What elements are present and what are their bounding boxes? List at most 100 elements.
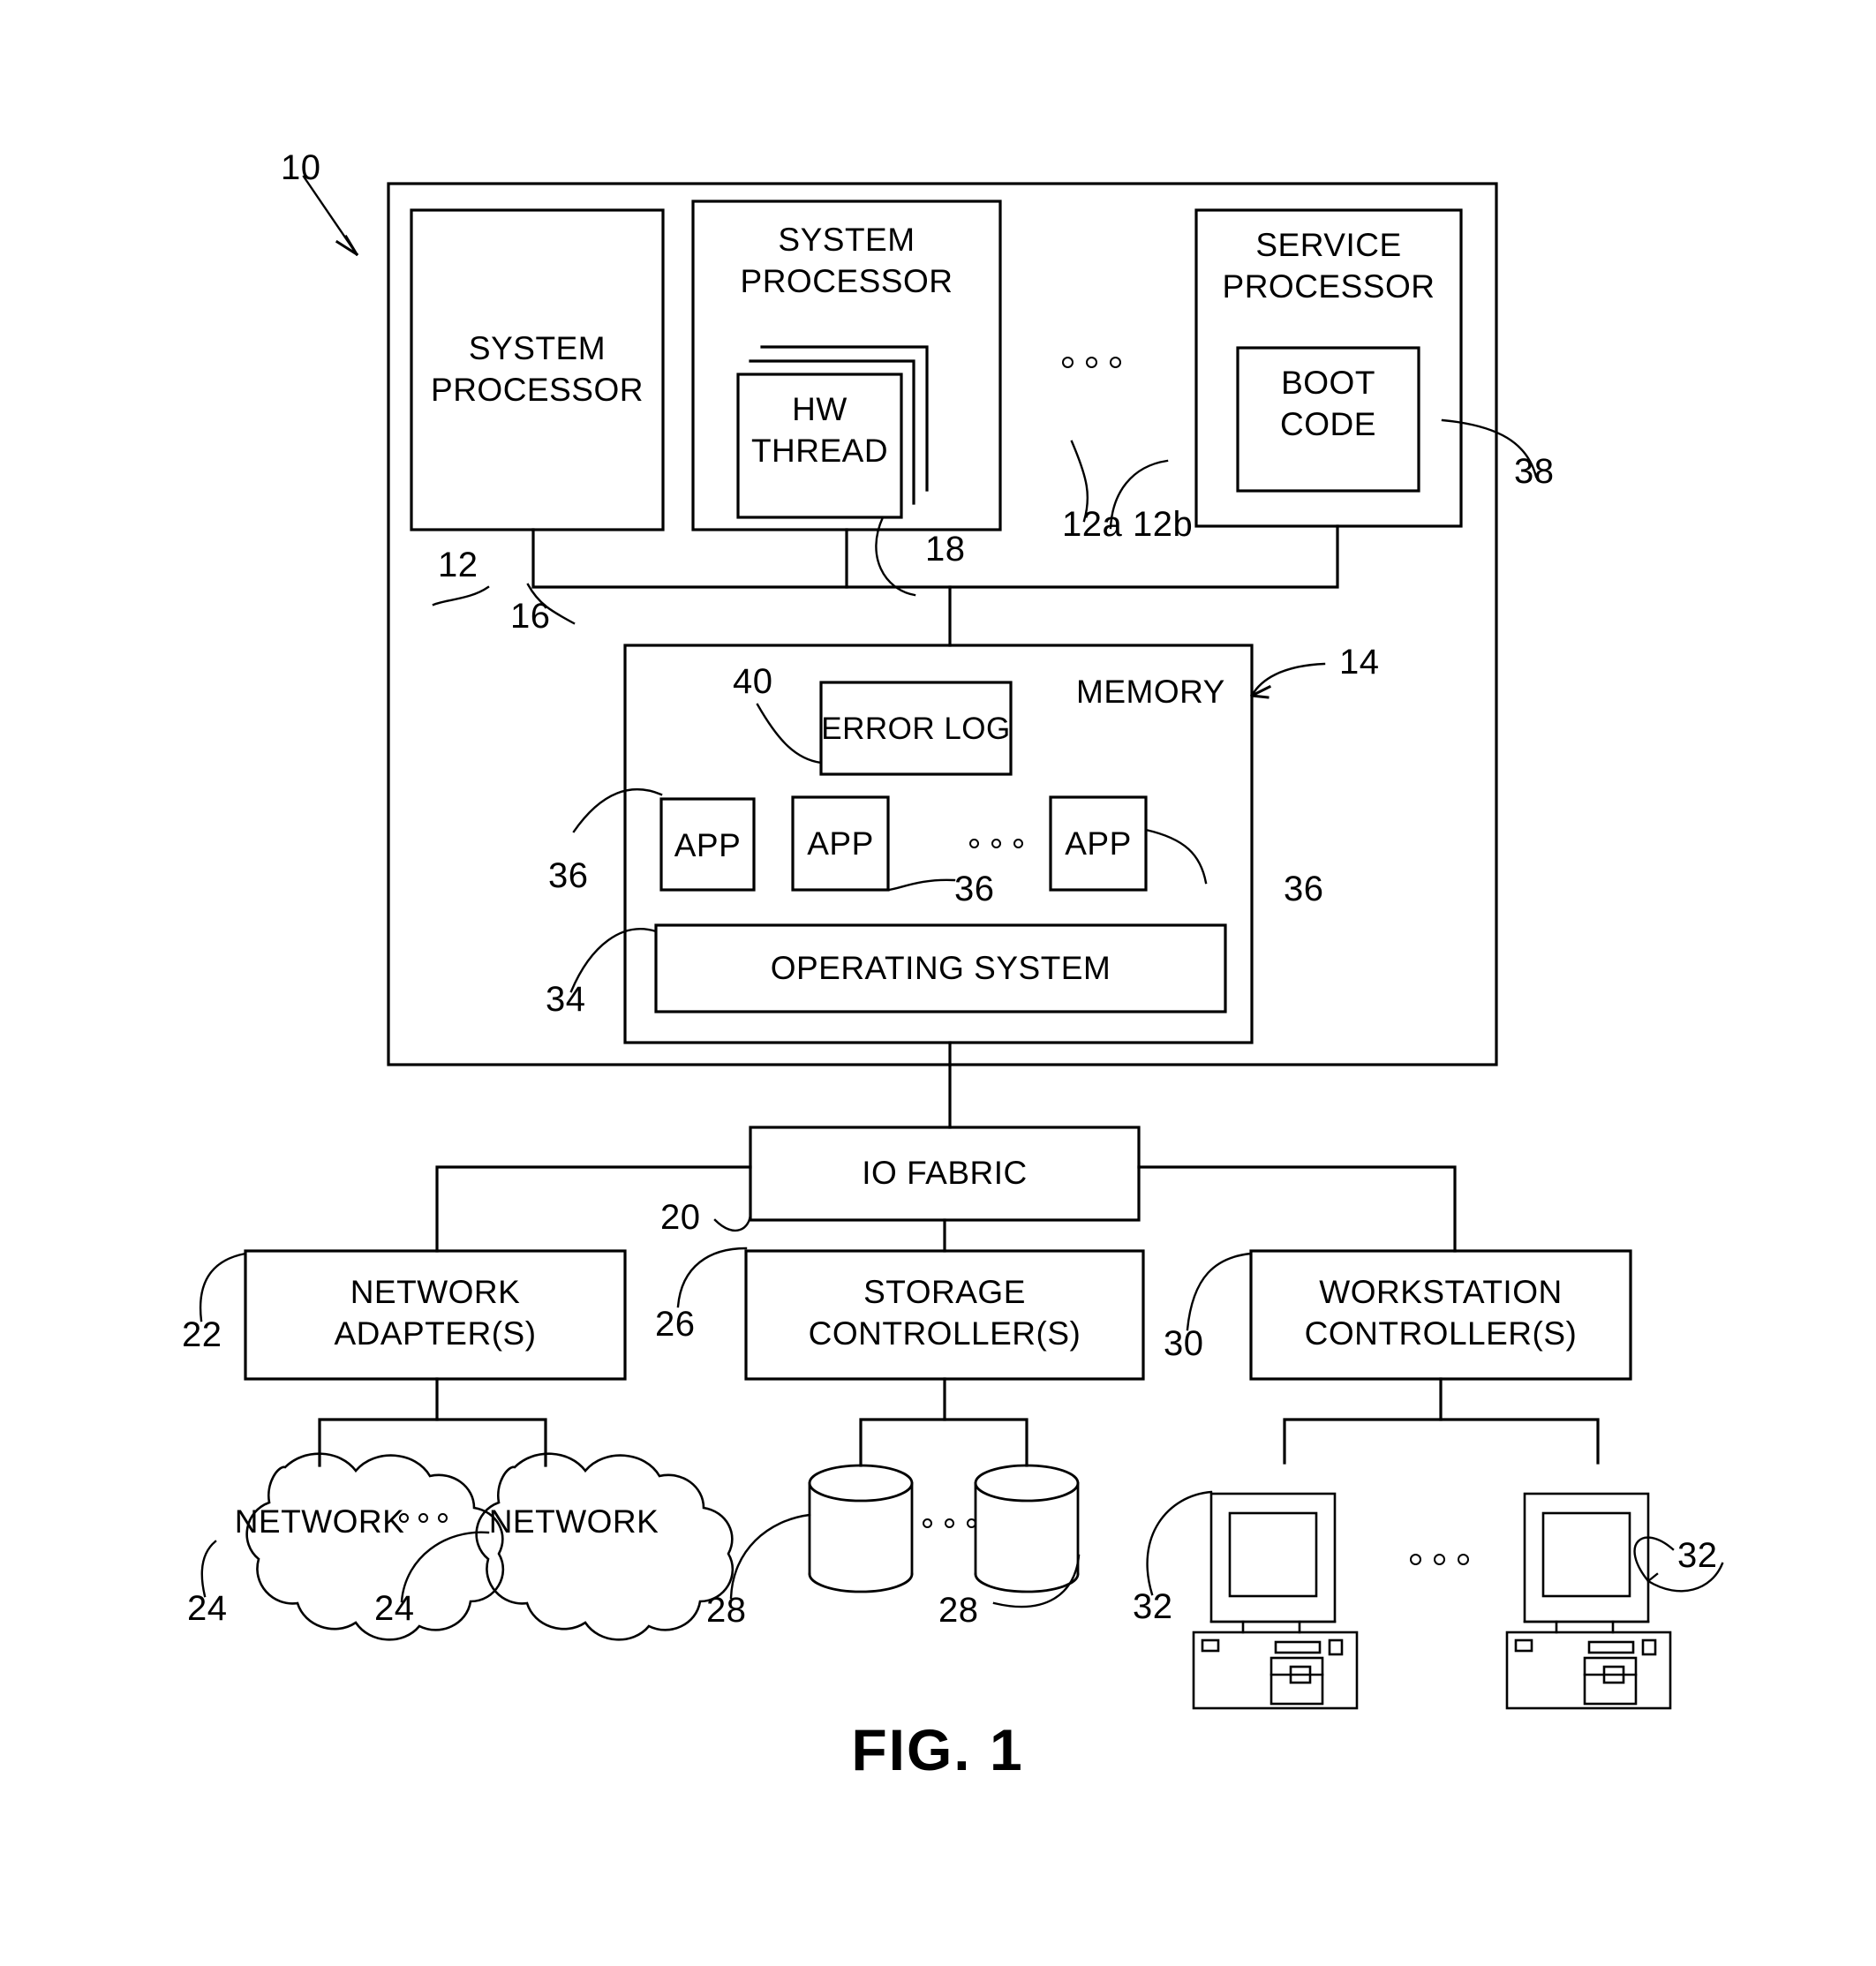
leader-36b bbox=[886, 878, 956, 892]
ref-numeral-24b: 24 bbox=[374, 1589, 415, 1628]
workstation-1 bbox=[1192, 1492, 1359, 1710]
app-label-3: APP bbox=[1065, 825, 1132, 862]
ref-numeral-22: 22 bbox=[182, 1315, 222, 1354]
leader-10-arrowhead bbox=[335, 234, 359, 257]
ref-numeral-26: 26 bbox=[655, 1305, 696, 1344]
ref-numeral-38: 38 bbox=[1514, 452, 1555, 491]
app-ellipsis bbox=[969, 839, 1023, 848]
ref-numeral-32a: 32 bbox=[1133, 1587, 1173, 1626]
ellipsis-dot bbox=[1410, 1554, 1421, 1565]
service-processor-label: SERVICE PROCESSOR bbox=[1196, 224, 1461, 307]
figure-caption: FIG. 1 bbox=[851, 1717, 1024, 1782]
ref-numeral-14: 14 bbox=[1339, 643, 1380, 682]
workstation-controllers-label: WORKSTATION CONTROLLER(S) bbox=[1251, 1271, 1631, 1354]
storage-controllers-label-line1: STORAGE bbox=[863, 1274, 1026, 1310]
hw-thread-label-line2: THREAD bbox=[750, 433, 889, 469]
ref-numeral-36a: 36 bbox=[548, 856, 589, 895]
ref-numeral-12a: 12a bbox=[1062, 505, 1123, 544]
storage-disk-2 bbox=[974, 1464, 1080, 1593]
ellipsis-dot bbox=[418, 1513, 428, 1523]
ellipsis-dot bbox=[1458, 1554, 1469, 1565]
network-adapter-downline bbox=[318, 1377, 439, 1467]
iofabric-left-branch bbox=[435, 1165, 752, 1253]
ref-numeral-16: 16 bbox=[510, 597, 551, 636]
ws-ctrl-downline bbox=[1283, 1377, 1443, 1465]
boot-code-label: BOOT CODE bbox=[1238, 362, 1419, 445]
ws-ctrl-downline-2 bbox=[1439, 1418, 1600, 1465]
ref-numeral-24a: 24 bbox=[187, 1589, 228, 1628]
app-label-2: APP bbox=[807, 825, 874, 862]
patent-figure-1: SYSTEM PROCESSOR SYSTEM PROCESSOR HW THR… bbox=[0, 0, 1876, 1966]
leader-32b bbox=[1633, 1536, 1675, 1583]
leader-24b bbox=[400, 1531, 490, 1603]
ellipsis-dot bbox=[1062, 357, 1074, 368]
network-cloud-2 bbox=[475, 1452, 735, 1641]
processor-ellipsis bbox=[1062, 357, 1121, 368]
service-processor-label-line2: PROCESSOR bbox=[1222, 268, 1435, 305]
system-processor-1-label: SYSTEM PROCESSOR bbox=[411, 328, 663, 411]
ref-numeral-32b: 32 bbox=[1677, 1536, 1718, 1575]
leader-36a bbox=[572, 787, 663, 833]
storage-ellipsis bbox=[923, 1518, 976, 1528]
leader-40 bbox=[756, 703, 823, 765]
ref-numeral-36b: 36 bbox=[954, 870, 995, 908]
ref-numeral-34: 34 bbox=[546, 980, 586, 1019]
ref-numeral-30: 30 bbox=[1164, 1324, 1204, 1363]
ellipsis-dot bbox=[1110, 357, 1121, 368]
leader-36c bbox=[1144, 828, 1208, 885]
leader-12 bbox=[432, 585, 490, 606]
network-cloud-2-label: NETWORK bbox=[488, 1503, 659, 1540]
storage-disk-1 bbox=[808, 1464, 914, 1593]
ellipsis-dot bbox=[945, 1518, 954, 1528]
hw-thread-label: HW THREAD bbox=[738, 388, 901, 471]
ellipsis-dot bbox=[438, 1513, 448, 1523]
storage-ctrl-downline-2 bbox=[943, 1418, 1028, 1467]
ref-numeral-12b: 12b bbox=[1133, 505, 1194, 544]
system-processor-2-label-line2: PROCESSOR bbox=[740, 263, 953, 299]
workstation-2 bbox=[1505, 1492, 1672, 1710]
network-adapter-downline-2 bbox=[435, 1418, 547, 1467]
network-adapters-label-line2: ADAPTER(S) bbox=[334, 1315, 537, 1352]
ellipsis-dot bbox=[991, 839, 1001, 848]
leader-32a bbox=[1146, 1490, 1213, 1596]
ellipsis-dot bbox=[967, 1518, 976, 1528]
service-processor-label-line1: SERVICE bbox=[1255, 227, 1402, 263]
leader-28a bbox=[729, 1513, 811, 1600]
iofabric-right-branch bbox=[1137, 1165, 1457, 1253]
workstation-ellipsis bbox=[1410, 1554, 1469, 1565]
network-adapters-label-line1: NETWORK bbox=[350, 1274, 521, 1310]
ellipsis-dot bbox=[1086, 357, 1097, 368]
system-processor-2-label: SYSTEM PROCESSOR bbox=[693, 219, 1000, 302]
leader-26 bbox=[676, 1247, 748, 1308]
hw-thread-label-line1: HW bbox=[792, 391, 848, 427]
workstation-controllers-label-line1: WORKSTATION bbox=[1319, 1274, 1563, 1310]
leader-22 bbox=[199, 1252, 247, 1322]
ellipsis-dot bbox=[923, 1518, 932, 1528]
ref-numeral-10: 10 bbox=[281, 148, 321, 187]
io-fabric-label: IO FABRIC bbox=[862, 1155, 1028, 1191]
operating-system-label: OPERATING SYSTEM bbox=[770, 950, 1111, 986]
ref-numeral-28a: 28 bbox=[706, 1591, 747, 1630]
network-adapters-label: NETWORK ADAPTER(S) bbox=[245, 1271, 625, 1354]
storage-controllers-label: STORAGE CONTROLLER(S) bbox=[746, 1271, 1143, 1354]
leader-24a bbox=[200, 1540, 217, 1598]
system-processor-1-label-line2: PROCESSOR bbox=[431, 372, 644, 408]
ref-numeral-12: 12 bbox=[438, 546, 478, 584]
error-log-label: ERROR LOG bbox=[821, 712, 1011, 746]
boot-code-label-line1: BOOT bbox=[1281, 365, 1375, 401]
workstation-controllers-label-line2: CONTROLLER(S) bbox=[1304, 1315, 1578, 1352]
ref-numeral-36c: 36 bbox=[1284, 870, 1324, 908]
ref-numeral-28b: 28 bbox=[938, 1591, 979, 1630]
network-ellipsis bbox=[399, 1513, 448, 1523]
leader-30 bbox=[1186, 1252, 1253, 1331]
memory-label: MEMORY bbox=[1076, 674, 1225, 710]
leader-20 bbox=[713, 1211, 752, 1232]
ellipsis-dot bbox=[969, 839, 979, 848]
ellipsis-dot bbox=[1013, 839, 1023, 848]
storage-controllers-label-line2: CONTROLLER(S) bbox=[808, 1315, 1081, 1352]
app-label-1: APP bbox=[674, 827, 742, 863]
ref-numeral-40: 40 bbox=[733, 662, 773, 701]
system-processor-1-label-line1: SYSTEM bbox=[468, 330, 606, 366]
leader-28b bbox=[992, 1554, 1081, 1608]
boot-code-label-line2: CODE bbox=[1280, 406, 1376, 442]
